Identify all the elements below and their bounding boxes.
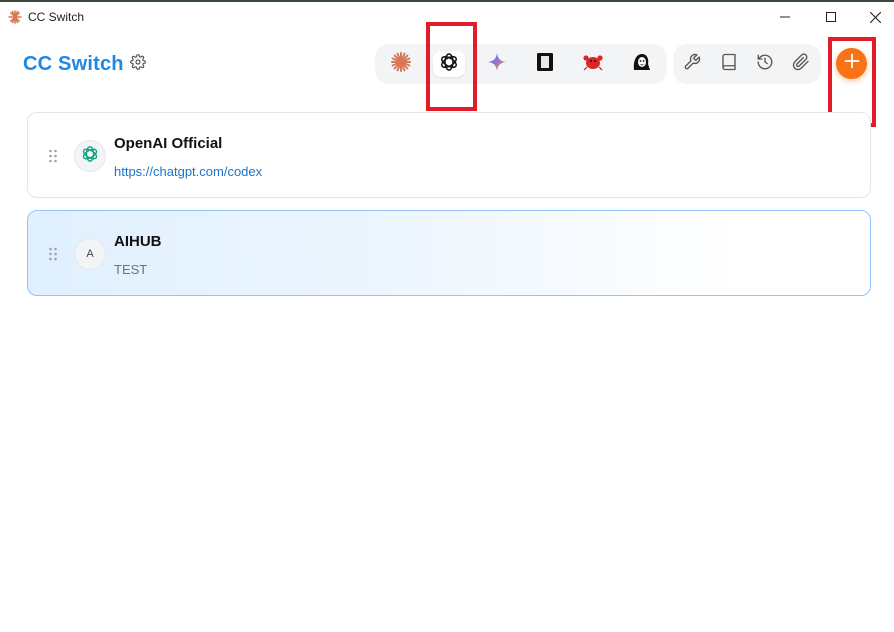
openai-knot-icon <box>81 145 99 168</box>
app-logo-icon <box>8 10 22 24</box>
claude-asterisk-icon <box>390 51 412 78</box>
gemini-sparkle-icon <box>487 52 507 77</box>
gear-icon <box>130 53 146 75</box>
avatar-letter: A <box>86 248 94 260</box>
maximize-button[interactable] <box>808 2 854 32</box>
drag-handle-icon[interactable] <box>48 247 58 261</box>
tool-history-button[interactable] <box>749 51 781 77</box>
provider-avatar <box>74 140 106 172</box>
provider-card-openai[interactable]: OpenAI Official https://chatgpt.com/code… <box>27 112 871 198</box>
brand-title: CC Switch <box>23 53 124 75</box>
minimize-button[interactable] <box>762 2 808 32</box>
highlight-box-codex <box>426 22 477 111</box>
provider-name: OpenAI Official <box>114 135 223 152</box>
book-icon <box>720 53 738 76</box>
wrench-icon <box>683 53 701 76</box>
provider-subtitle: TEST <box>114 262 148 277</box>
history-icon <box>756 53 774 76</box>
red-crab-icon <box>582 52 604 77</box>
app-terminal-button[interactable] <box>529 51 561 77</box>
window-title: CC Switch <box>28 10 85 24</box>
provider-name: AIHUB <box>114 233 162 250</box>
provider-card-aihub[interactable]: A AIHUB TEST <box>27 210 871 296</box>
tool-book-button[interactable] <box>713 51 745 77</box>
app-claude-button[interactable] <box>385 51 417 77</box>
app-switcher-group <box>375 44 667 84</box>
terminal-box-icon <box>536 52 554 77</box>
tool-wrench-button[interactable] <box>676 51 708 77</box>
settings-button[interactable] <box>128 53 148 75</box>
paperclip-icon <box>792 52 810 76</box>
app-gemini-button[interactable] <box>481 51 513 77</box>
provider-url-link[interactable]: https://chatgpt.com/codex <box>114 164 262 179</box>
tool-attach-button[interactable] <box>785 51 817 77</box>
drag-handle-icon[interactable] <box>48 149 58 163</box>
app-crab-button[interactable] <box>577 51 609 77</box>
close-button[interactable] <box>852 2 894 32</box>
provider-avatar: A <box>74 238 106 270</box>
app-face-button[interactable] <box>625 51 657 77</box>
face-avatar-icon <box>631 52 651 77</box>
